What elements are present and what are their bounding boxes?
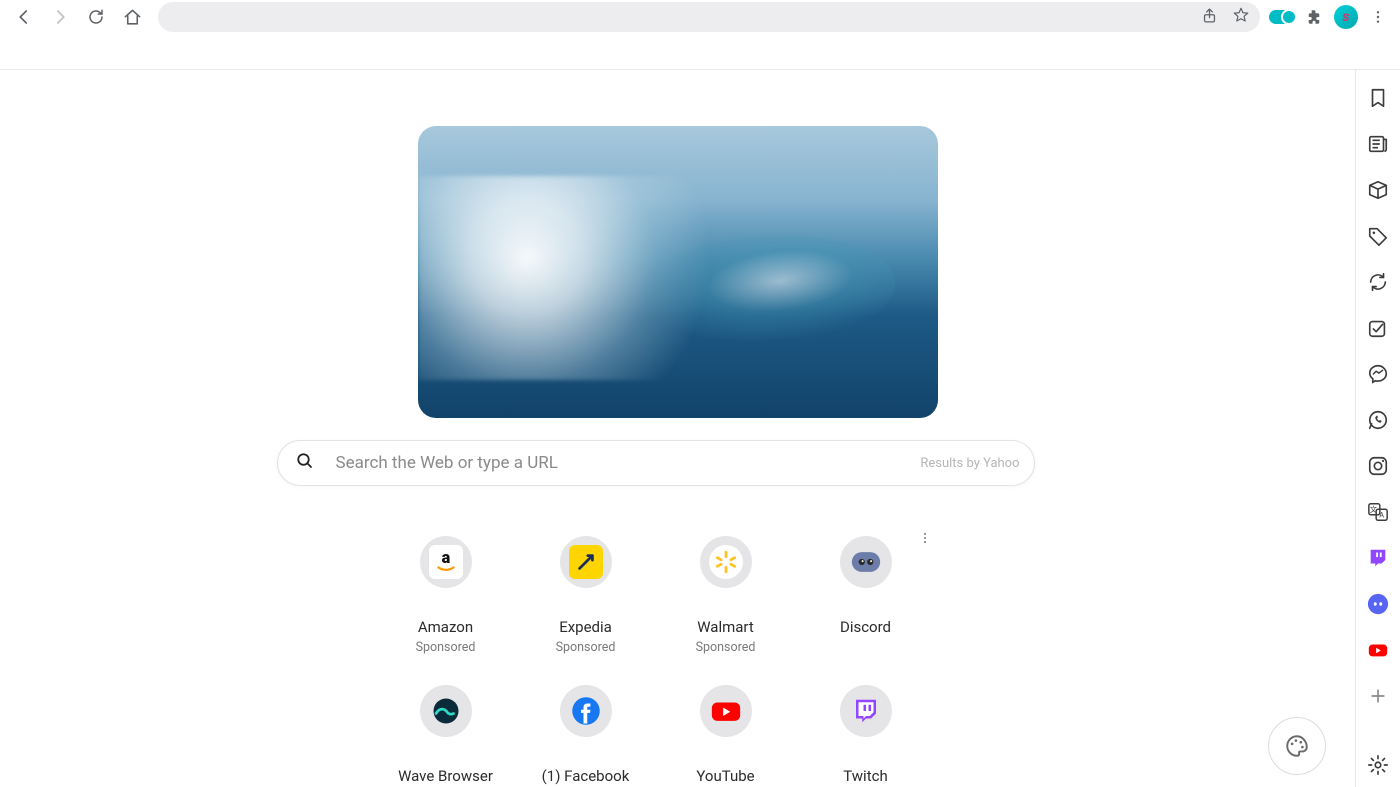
shortcut-discord[interactable]: Discord (796, 536, 936, 655)
arrow-left-icon (15, 8, 33, 26)
search-bar[interactable]: Results by Yahoo (277, 440, 1035, 486)
extensions-button[interactable] (1300, 3, 1328, 31)
rail-news[interactable] (1364, 130, 1392, 158)
rail-sync[interactable] (1364, 268, 1392, 296)
gear-icon (1367, 754, 1389, 776)
rail-settings[interactable] (1364, 751, 1392, 779)
checkbox-icon (1367, 317, 1389, 339)
news-icon (1367, 133, 1389, 155)
shortcut-label: YouTube (696, 767, 754, 785)
svg-text:A: A (1379, 511, 1384, 520)
youtube-icon (1367, 639, 1389, 661)
menu-button[interactable] (1364, 3, 1392, 31)
rail-instagram[interactable] (1364, 452, 1392, 480)
shortcut-label: Wave Browser (398, 767, 493, 785)
shortcut-label: Walmart (697, 618, 754, 636)
forward-button[interactable] (44, 1, 76, 33)
shortcut-label: Discord (840, 618, 891, 636)
more-vertical-icon (918, 531, 932, 545)
reload-button[interactable] (80, 1, 112, 33)
rail-tasks[interactable] (1364, 314, 1392, 342)
rail-bookmark[interactable] (1364, 84, 1392, 112)
customize-button[interactable] (1268, 717, 1326, 775)
home-button[interactable] (116, 1, 148, 33)
search-input[interactable] (336, 453, 921, 473)
shortcut-wave-browser[interactable]: Wave Browser (376, 685, 516, 785)
amazon-icon: a (433, 549, 459, 575)
rail-package[interactable] (1364, 176, 1392, 204)
search-provider-label: Results by Yahoo (920, 456, 1019, 471)
sync-icon (1367, 271, 1389, 293)
expedia-icon (575, 551, 597, 573)
wave-icon (431, 696, 461, 726)
svg-text:文: 文 (1370, 505, 1378, 514)
translate-icon: 文A (1367, 501, 1389, 523)
side-panel: 文A (1355, 70, 1400, 787)
shortcut-facebook[interactable]: (1) Facebook (516, 685, 656, 785)
discord-icon (849, 542, 883, 582)
svg-text:a: a (441, 549, 450, 567)
facebook-icon (571, 696, 601, 726)
shortcut-label: Amazon (418, 618, 473, 636)
instagram-icon (1367, 455, 1389, 477)
puzzle-icon (1305, 8, 1323, 26)
bookmark-icon (1367, 87, 1389, 109)
shortcut-sub: Sponsored (556, 640, 616, 655)
rail-translate[interactable]: 文A (1364, 498, 1392, 526)
walmart-icon (713, 549, 739, 575)
shortcut-walmart[interactable]: Walmart Sponsored (656, 536, 796, 655)
hero-image-wave (418, 126, 938, 418)
share-icon[interactable] (1201, 7, 1218, 28)
shortcut-sub: Sponsored (696, 640, 756, 655)
plus-icon (1368, 686, 1388, 706)
shortcut-menu-button[interactable] (918, 530, 932, 549)
rail-tag[interactable] (1364, 222, 1392, 250)
address-bar[interactable] (158, 2, 1260, 32)
youtube-icon (709, 694, 743, 728)
search-icon (296, 452, 314, 474)
arrow-right-icon (51, 8, 69, 26)
more-vertical-icon (1370, 9, 1386, 25)
twitch-icon (1367, 547, 1389, 569)
shortcut-youtube[interactable]: YouTube (656, 685, 796, 785)
package-icon (1367, 179, 1389, 201)
shortcut-label: Expedia (559, 618, 612, 636)
whatsapp-icon (1367, 409, 1389, 431)
twitch-icon (851, 696, 881, 726)
privacy-toggle[interactable] (1268, 3, 1296, 31)
shortcut-twitch[interactable]: Twitch (796, 685, 936, 785)
discord-icon (1367, 593, 1389, 615)
shortcut-label: Twitch (843, 767, 887, 785)
rail-whatsapp[interactable] (1364, 406, 1392, 434)
tag-icon (1367, 225, 1389, 247)
shortcut-label: (1) Facebook (542, 767, 630, 785)
rail-youtube[interactable] (1364, 636, 1392, 664)
star-icon[interactable] (1232, 6, 1250, 28)
shortcut-amazon[interactable]: a Amazon Sponsored (376, 536, 516, 655)
profile-avatar[interactable]: s (1332, 3, 1360, 31)
rail-messenger[interactable] (1364, 360, 1392, 388)
rail-add[interactable] (1364, 682, 1392, 710)
messenger-icon (1367, 363, 1389, 385)
reload-icon (87, 8, 105, 26)
new-tab-main: Results by Yahoo a Amazon Sponsored Expe… (0, 70, 1355, 787)
palette-icon (1284, 733, 1310, 759)
shortcut-sub: Sponsored (416, 640, 476, 655)
rail-twitch[interactable] (1364, 544, 1392, 572)
browser-toolbar: s (0, 0, 1400, 34)
home-icon (123, 8, 142, 27)
shortcut-expedia[interactable]: Expedia Sponsored (516, 536, 656, 655)
rail-discord[interactable] (1364, 590, 1392, 618)
shortcuts-grid: a Amazon Sponsored Expedia Sponsored Wal… (376, 536, 936, 785)
back-button[interactable] (8, 1, 40, 33)
